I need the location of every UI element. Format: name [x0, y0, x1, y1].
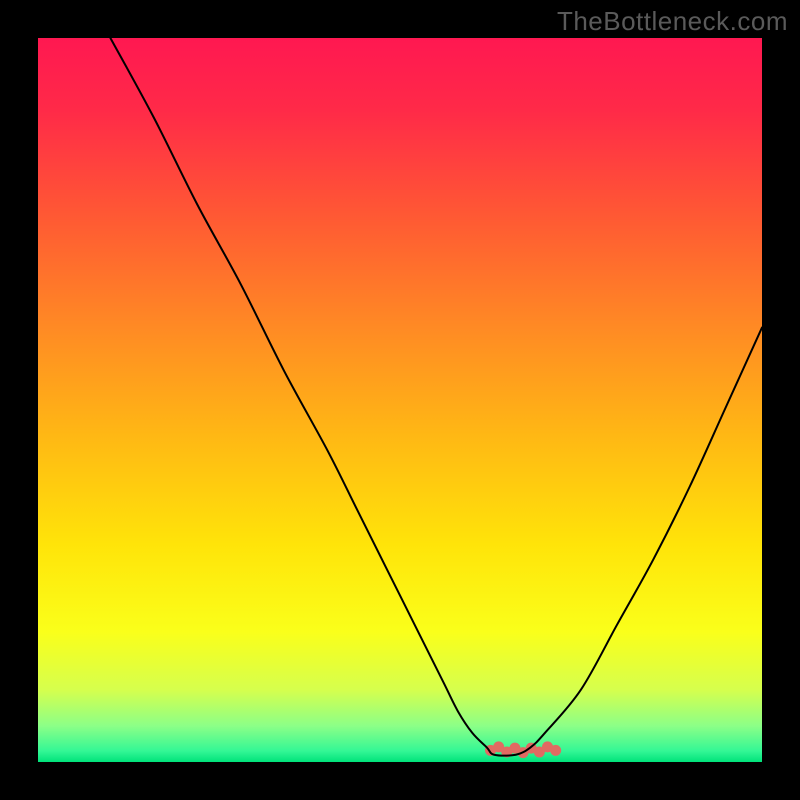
plot-area	[38, 38, 762, 762]
highlight-dot	[550, 745, 561, 756]
watermark-text: TheBottleneck.com	[557, 6, 788, 37]
gradient-background	[38, 38, 762, 762]
chart-svg	[38, 38, 762, 762]
